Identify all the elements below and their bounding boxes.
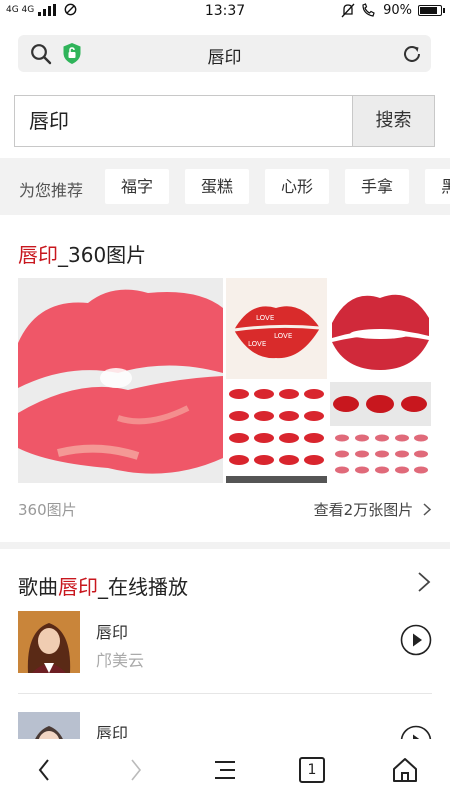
recommend-chip[interactable]: 手拿 [345,169,410,204]
song-results-card: 歌曲唇印_在线播放 唇印 邝美云 唇印 [0,549,450,739]
lip-print-image-red-lips[interactable] [330,278,431,379]
recommend-chip[interactable]: 福字 [105,169,170,204]
recommend-row: 为您推荐 福字 蛋糕 心形 手拿 黑 [0,158,450,215]
love-lips-illustration: LOVE LOVE LOVE [226,278,327,379]
lip-print-image-grid[interactable] [226,382,327,483]
recommend-chip[interactable]: 心形 [265,169,330,204]
recommend-chip[interactable]: 黑 [425,169,450,204]
recommend-label: 为您推荐 [19,181,84,200]
lip-print-image-love[interactable]: LOVE LOVE LOVE [226,278,327,379]
song-list-item[interactable]: 唇印 邝美云 [0,611,450,691]
song-cover-image[interactable] [18,712,80,739]
image-section-title[interactable]: 唇印_360图片 [18,239,146,268]
forward-icon[interactable] [120,755,150,785]
section-divider [0,542,450,549]
svg-text:LOVE: LOVE [274,332,292,340]
lips-collection-illustration [330,382,431,483]
lips-grid-illustration [226,382,327,483]
play-icon[interactable] [400,725,432,739]
svg-text:LOVE: LOVE [248,340,266,348]
list-divider [18,693,432,694]
recommend-chips: 福字 蛋糕 心形 手拿 黑 [105,169,450,204]
search-button[interactable]: 搜索 [352,95,435,147]
song-name: 唇印 [96,724,129,739]
singer-portrait [18,611,80,673]
search-row: 唇印 搜索 [14,95,435,147]
address-title: 唇印 [207,48,242,68]
battery-icon [418,5,445,16]
menu-icon[interactable] [210,755,240,785]
song-name: 唇印 [96,623,129,642]
song-artist: 邝美云 [96,651,145,670]
chevron-right-icon [423,503,432,516]
battery-fill [420,7,438,14]
home-icon[interactable] [390,755,420,785]
image-results-card: 唇印_360图片 LOVE LOVE LOVE 360图片 查看2万张图片 [0,215,450,542]
back-icon[interactable] [30,755,60,785]
bottom-navigation: 1 [0,739,450,800]
status-bar: 4G 4G 13:37 90% [0,0,450,24]
refresh-icon[interactable] [401,43,423,65]
play-icon[interactable] [400,624,432,656]
song-list-item[interactable]: 唇印 [0,712,450,739]
song-title-highlight: 唇印 [58,575,98,599]
svg-text:LOVE: LOVE [256,314,274,322]
song-cover-image[interactable] [18,611,80,673]
mute-bell-icon [341,3,355,18]
recommend-chip[interactable]: 蛋糕 [185,169,250,204]
search-input[interactable]: 唇印 [14,95,352,147]
tabs-button[interactable]: 1 [299,757,325,783]
song-title-rest: _在线播放 [98,575,188,599]
view-more-images-link[interactable]: 查看2万张图片 [314,499,432,520]
song-section-title[interactable]: 歌曲唇印_在线播放 [18,571,188,600]
lip-print-illustration [18,278,223,483]
call-icon [362,3,375,17]
view-more-label: 查看2万张图片 [313,501,414,519]
lip-print-image-collection[interactable] [330,382,431,483]
singer-portrait [18,712,80,739]
chevron-right-icon[interactable] [416,571,432,593]
address-bar[interactable]: 唇印 [18,35,431,72]
status-right: 90% [341,3,445,18]
battery-percent: 90% [383,3,412,18]
red-lips-illustration [330,278,431,379]
image-source-label: 360图片 [18,501,77,519]
lip-print-image-large[interactable] [18,278,223,483]
title-highlight: 唇印 [18,243,58,267]
title-rest: _360图片 [58,243,147,267]
song-title-prefix: 歌曲 [18,575,58,599]
